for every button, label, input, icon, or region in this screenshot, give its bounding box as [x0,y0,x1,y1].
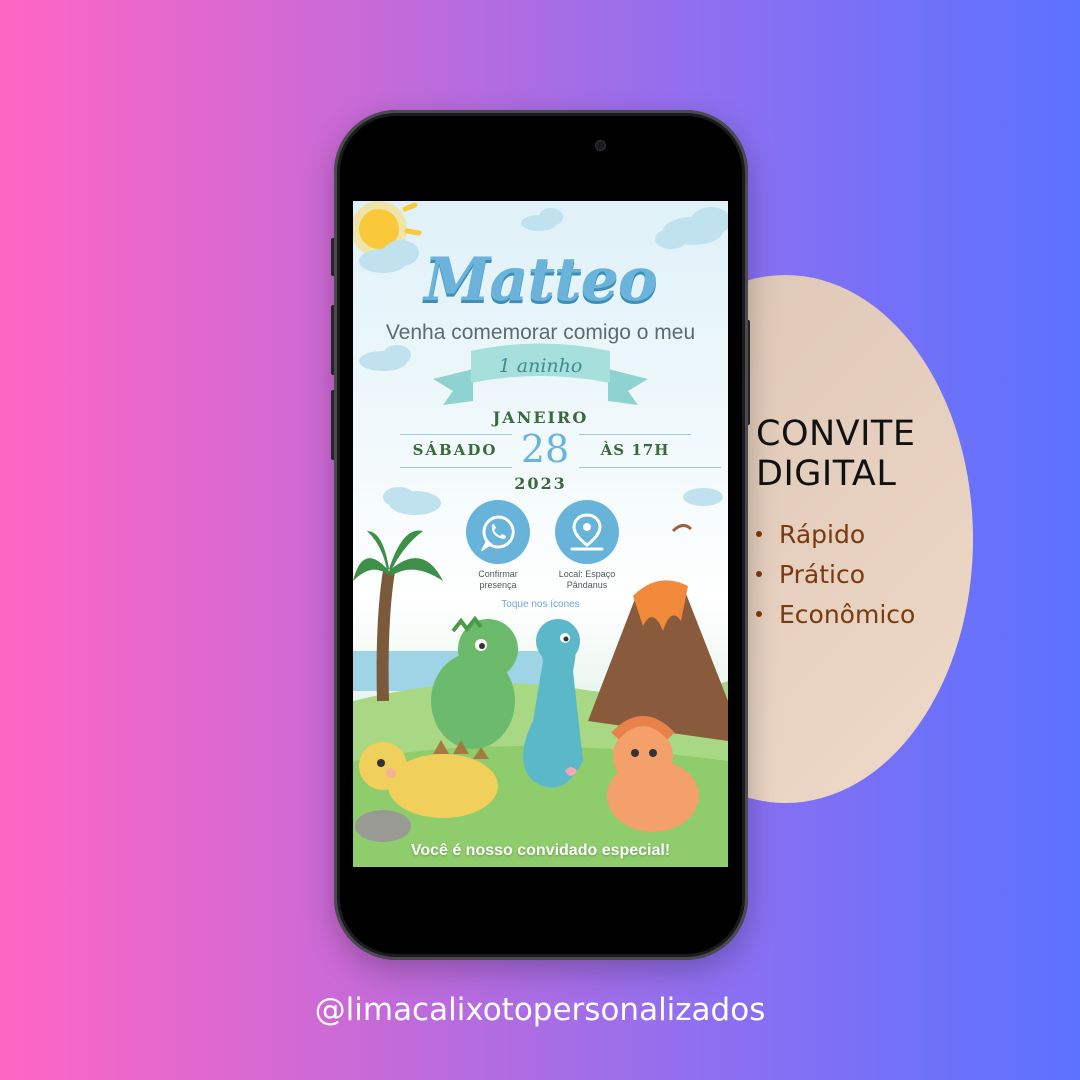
confirm-presence-button[interactable] [466,500,530,564]
location-label: Local: Espaço Pândanus [542,569,632,591]
confirm-label-line1: Confirmar [478,569,518,579]
rock-illustration [355,810,411,842]
confirm-label: Confirmar presença [453,569,543,591]
month: JANEIRO [492,408,589,427]
tap-icons-hint: Toque nos ícones [501,599,580,610]
confirm-label-line2: presença [479,580,517,590]
bullet-icon [756,611,762,617]
side-title: CONVITE DIGITAL [756,414,976,494]
invite-line: Venha comemorar comigo o meu [385,321,696,344]
feature-item: Rápido [756,514,915,554]
day-number: 28 [520,427,570,471]
location-button[interactable] [555,500,619,564]
divider [400,434,512,435]
year: 2023 [514,474,567,493]
divider [400,467,512,468]
feature-label: Rápido [779,519,866,549]
divider [579,467,721,468]
feature-item: Econômico [756,594,915,634]
volcano-illustration [588,524,728,741]
side-title-line2: DIGITAL [756,454,897,494]
event-time: ÀS 17H [600,441,670,459]
bullet-icon [756,531,762,537]
bullet-icon [756,571,762,577]
divider [579,434,691,435]
camera-icon [595,140,606,151]
invitation-screen: Matteo Venha comemorar comigo o meu 1 an… [353,201,728,867]
feature-list: Rápido Prático Econômico [756,514,915,634]
feature-item: Prático [756,554,915,594]
side-title-line1: CONVITE [756,414,916,454]
feature-label: Prático [779,559,866,589]
footer-message: Você é nosso convidado especial! [410,842,671,859]
location-label-line2: Pândanus [566,580,608,590]
child-name: Matteo [424,245,658,315]
feature-label: Econômico [779,599,916,629]
instagram-handle: @limacalixotopersonalizados [314,992,766,1028]
whatsapp-icon [480,515,515,551]
age-text: 1 aninho [498,355,583,377]
green-dinosaur-illustration [431,615,518,749]
location-label-line1: Local: Espaço [558,569,616,579]
weekday: SÁBADO [412,441,498,459]
map-pin-icon [570,513,604,551]
